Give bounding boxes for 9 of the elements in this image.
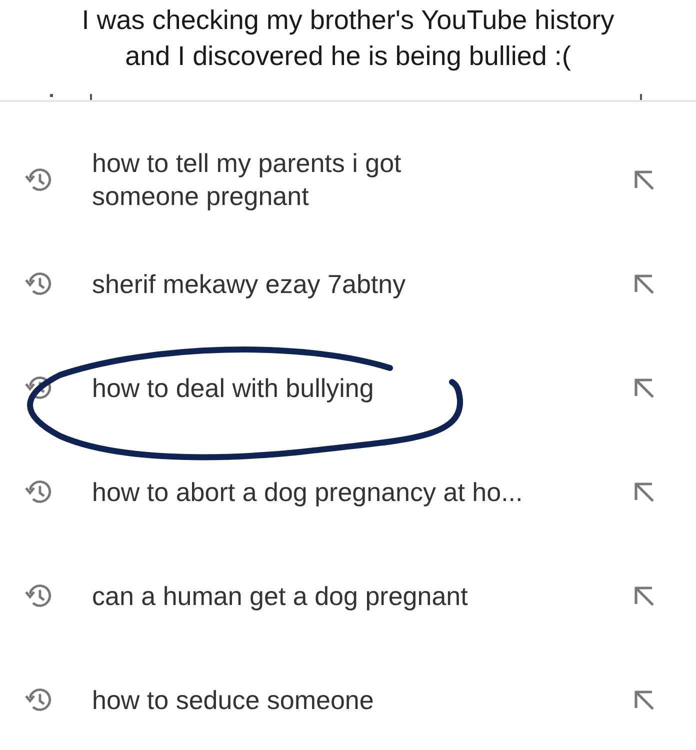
search-history-text[interactable]: can a human get a dog pregnant [92, 580, 468, 612]
search-history-text[interactable]: how to tell my parents i got [92, 147, 402, 180]
search-history-text[interactable]: how to seduce someone [92, 684, 374, 716]
search-history-text[interactable]: someone pregnant [92, 180, 402, 213]
caption-line: I was checking my brother's YouTube history [82, 4, 614, 37]
search-history-text[interactable]: how to abort a dog pregnancy at ho... [92, 476, 523, 508]
search-history-text[interactable]: sherif mekawy ezay 7abtny [92, 268, 406, 300]
search-history-text[interactable]: how to deal with bullying [92, 372, 374, 404]
caption-line: and I discovered he is being bullied :( [125, 40, 571, 73]
